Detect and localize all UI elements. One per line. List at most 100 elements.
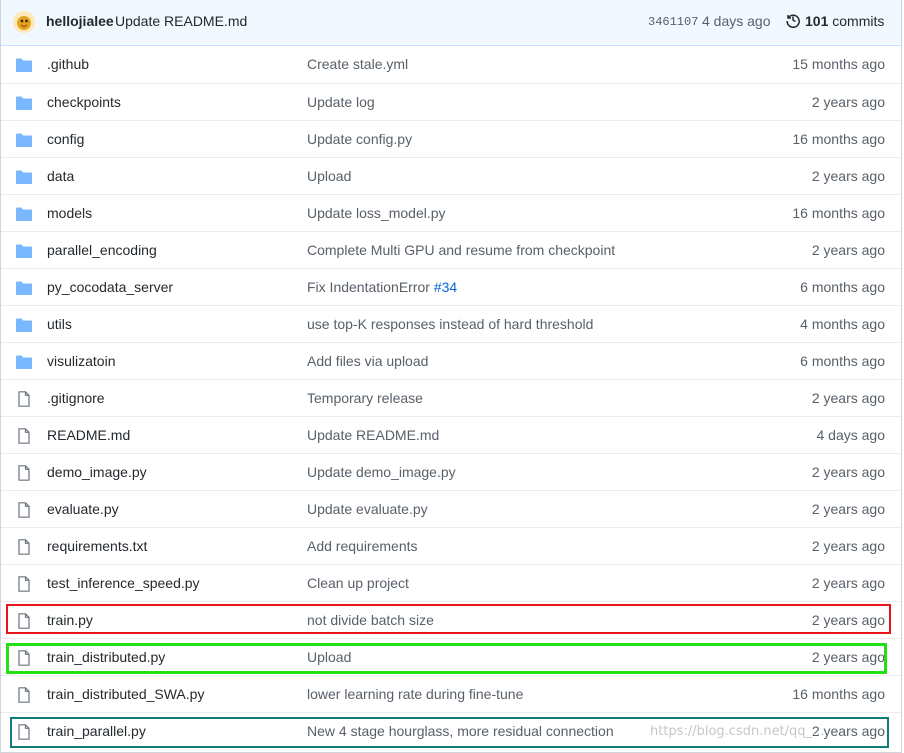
commit-message-text: Create stale.yml [307,56,409,72]
file-icon [15,613,33,629]
file-name-link[interactable]: .gitignore [47,390,105,406]
history-icon [786,14,800,28]
commit-age: 4 months ago [800,316,885,332]
file-name-link[interactable]: py_cocodata_server [47,279,173,295]
file-row: visulizatoin Add files via upload 6 months… [1,342,901,379]
commit-age: 6 months ago [800,353,885,369]
commit-message-text: Upload [307,168,352,184]
commit-message-text: Update log [307,94,375,110]
commit-message-link[interactable]: Add requirements [307,538,418,554]
commit-message-link[interactable]: Fix IndentationError #34 [307,279,457,295]
file-name-link[interactable]: data [47,168,74,184]
commit-message-text: Upload [307,649,352,665]
file-icon [15,724,33,740]
file-name-link[interactable]: utils [47,316,72,332]
file-row: data Upload 2 years ago [1,157,901,194]
file-row: utils use top-K responses instead of hard… [1,305,901,342]
commit-age: 6 months ago [800,279,885,295]
file-icon [15,502,33,518]
author-avatar[interactable] [13,11,35,33]
folder-icon [15,280,33,296]
commit-message-link[interactable]: lower learning rate during fine-tune [307,686,523,702]
commit-message-link[interactable]: Update README.md [307,427,439,443]
commit-message-link[interactable]: Upload [307,649,351,665]
commit-message-text: Update config.py [307,131,413,147]
commit-age: 15 months ago [792,56,885,72]
commit-message-text: Clean up project [307,575,409,591]
file-name-link[interactable]: models [47,205,92,221]
commit-age: 4 days ago [702,13,771,29]
file-name-link[interactable]: evaluate.py [47,501,119,517]
commit-message[interactable]: Update README.md [115,13,247,29]
file-name-link[interactable]: parallel_encoding [47,242,157,258]
commit-message-link[interactable]: Upload [307,168,351,184]
commit-message-text: Temporary release [307,390,423,406]
commit-age: 2 years ago [811,242,885,258]
commit-age: 16 months ago [792,131,885,147]
commit-age: 2 years ago [811,575,885,591]
commit-age: 16 months ago [792,686,885,702]
file-row: train_distributed_SWA.py lower learning r… [1,675,901,712]
latest-commit-bar: hellojialee Update README.md 3461107 4 d… [1,0,901,46]
file-row: py_cocodata_server Fix IndentationError #… [1,268,901,305]
folder-icon [15,317,33,333]
commit-message-text: Add requirements [307,538,418,554]
commit-message-link[interactable]: Update config.py [307,131,412,147]
commit-message-link[interactable]: Update loss_model.py [307,205,446,221]
commit-message-link[interactable]: Update evaluate.py [307,501,428,517]
file-name-link[interactable]: config [47,131,84,147]
commit-message-link[interactable]: not divide batch size [307,612,434,628]
commit-age: 2 years ago [811,168,885,184]
commit-age: 2 years ago [811,501,885,517]
file-name-link[interactable]: train_distributed.py [47,649,165,665]
issue-link[interactable]: #34 [434,279,457,295]
commit-message-link[interactable]: Clean up project [307,575,409,591]
commit-message-text: Update loss_model.py [307,205,446,221]
file-name-link[interactable]: train.py [47,612,93,628]
file-name-link[interactable]: requirements.txt [47,538,147,554]
commit-message-link[interactable]: use top-K responses instead of hard thre… [307,316,593,332]
commit-message-text: lower learning rate during fine-tune [307,686,524,702]
file-icon [15,539,33,555]
file-name-link[interactable]: train_distributed_SWA.py [47,686,204,702]
commit-message-link[interactable]: Add files via upload [307,353,428,369]
commits-label: commits [832,13,885,29]
file-name-link[interactable]: checkpoints [47,94,121,110]
commit-age: 2 years ago [811,390,885,406]
file-name-link[interactable]: demo_image.py [47,464,147,480]
commit-age: 2 years ago [811,464,885,480]
file-name-link[interactable]: .github [47,56,89,72]
commit-message-link[interactable]: Temporary release [307,390,423,406]
folder-icon [15,57,33,73]
commits-link[interactable]: 101 commits [805,13,884,29]
folder-icon [15,243,33,259]
file-row: demo_image.py Update demo_image.py 2 years… [1,453,901,490]
commit-message-text: use top-K responses instead of hard thre… [307,316,594,332]
file-row: .gitignore Temporary release 2 years ago [1,379,901,416]
folder-icon [15,169,33,185]
file-icon [15,391,33,407]
commits-count: 101 [805,13,829,29]
folder-icon [15,95,33,111]
commit-message-link[interactable]: Update demo_image.py [307,464,456,480]
file-icon [15,687,33,703]
file-icon [15,465,33,481]
folder-icon [15,206,33,222]
commit-message-text: Fix IndentationError [307,279,430,295]
commit-message-link[interactable]: Create stale.yml [307,56,408,72]
file-row: checkpoints Update log 2 years ago [1,83,901,120]
commit-author[interactable]: hellojialee [46,13,114,29]
file-row: models Update loss_model.py 16 months ago [1,194,901,231]
commit-age: 16 months ago [792,205,885,221]
file-name-link[interactable]: README.md [47,427,130,443]
file-name-link[interactable]: train_parallel.py [47,723,146,739]
commit-message-link[interactable]: Complete Multi GPU and resume from check… [307,242,615,258]
commit-message-link[interactable]: Update log [307,94,375,110]
commit-message-text: Update README.md [307,427,440,443]
commit-message-link[interactable]: New 4 stage hourglass, more residual con… [307,723,614,739]
commit-sha[interactable]: 3461107 [648,15,698,29]
file-name-link[interactable]: test_inference_speed.py [47,575,200,591]
watermark: https://blog.csdn.net/qq_... [650,724,825,739]
file-row: .github Create stale.yml 15 months ago [1,46,901,83]
file-name-link[interactable]: visulizatoin [47,353,115,369]
